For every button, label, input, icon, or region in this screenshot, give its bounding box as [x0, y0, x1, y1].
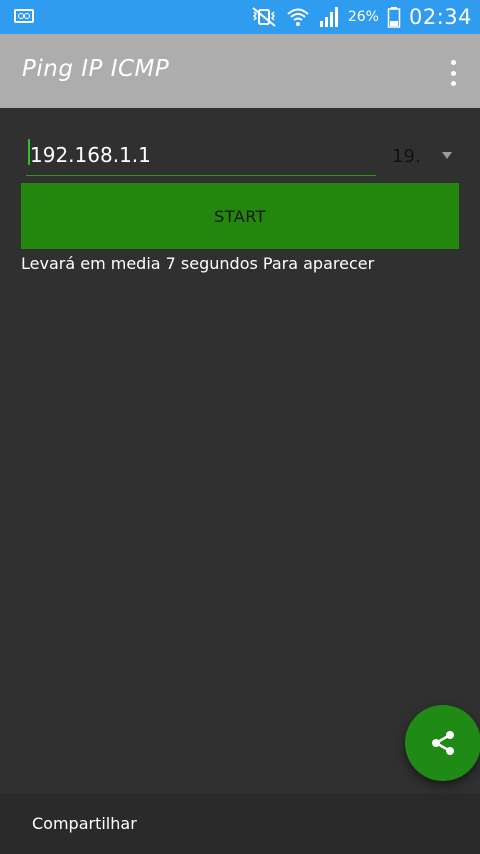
dropdown-caret-icon [442, 152, 452, 159]
hint-text: Levará em media 7 segundos Para aparecer [21, 254, 375, 273]
menu-dot [450, 70, 456, 76]
app-bar: Ping IP ICMP [0, 34, 480, 108]
bottom-bar: Compartilhar [0, 793, 480, 854]
share-fab[interactable] [405, 705, 480, 781]
signal-icon [319, 7, 338, 27]
status-icons: 26% 02:34 [250, 4, 472, 30]
app-title: Ping IP ICMP [22, 56, 170, 82]
ip-address-input[interactable] [26, 134, 376, 176]
voicemail-icon [14, 9, 34, 23]
share-icon [432, 731, 454, 755]
start-button[interactable]: START [21, 183, 459, 249]
menu-dot [450, 60, 456, 65]
text-cursor [28, 139, 30, 165]
menu-dot [450, 81, 456, 86]
clock: 02:34 [408, 5, 472, 29]
mute-vibrate-icon [252, 7, 276, 27]
overflow-menu-icon[interactable] [448, 60, 458, 86]
battery-icon [387, 7, 401, 28]
share-link[interactable]: Compartilhar [32, 814, 137, 833]
wifi-icon [287, 8, 309, 26]
battery-percent: 26% [347, 9, 379, 25]
status-bar: 26% 02:34 [0, 0, 480, 34]
spinner-value: 19. [392, 146, 421, 167]
count-spinner[interactable]: 19. [392, 142, 462, 172]
